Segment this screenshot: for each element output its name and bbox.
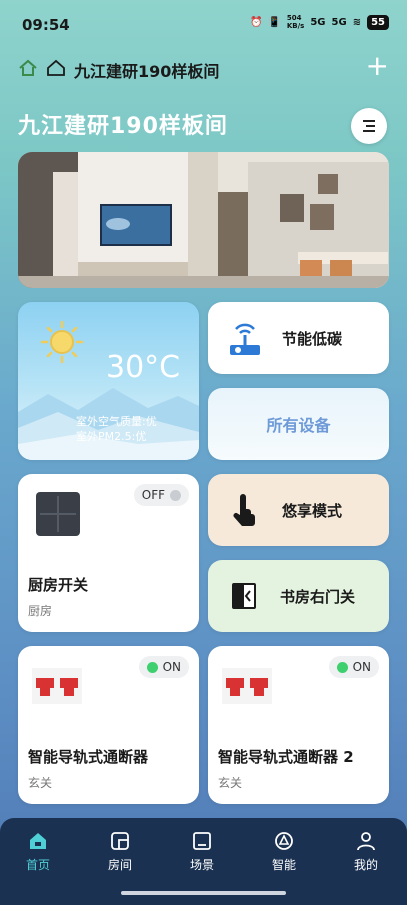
door-icon: [232, 583, 256, 609]
energy-saving-label: 节能低碳: [282, 329, 343, 348]
status-icons: ⏰ 📳 504 KB/s 5G 5G ≋ 55: [250, 14, 389, 30]
wifi-icon: ≋: [352, 16, 362, 28]
bottom-navigation: 首页 房间 场景 智能 我的: [0, 818, 407, 905]
power-toggle[interactable]: ON: [328, 656, 379, 678]
temperature: 30°C: [106, 350, 181, 385]
nav-home-label: 首页: [25, 858, 50, 872]
clock: 09:54: [22, 16, 70, 34]
all-devices-card[interactable]: 所有设备: [208, 388, 389, 460]
status-bar: 09:54 ⏰ 📳 504 KB/s 5G 5G ≋ 55: [0, 0, 407, 40]
device-room: 玄关: [218, 776, 243, 790]
nav-rooms-label: 房间: [107, 858, 132, 872]
page-title: 九江建研190样板间: [18, 114, 228, 139]
device-card-breaker-1[interactable]: ON 智能导轨式通断器 玄关: [18, 646, 199, 804]
room-icon: [111, 832, 129, 850]
air-quality: 室外空气质量:优: [76, 415, 157, 428]
on-dot: [336, 661, 348, 673]
toggle-state: ON: [162, 660, 181, 674]
switch-panel-icon: [36, 492, 80, 536]
menu-icon: [363, 120, 375, 132]
device-card-kitchen-switch[interactable]: OFF 厨房开关 厨房: [18, 474, 199, 632]
toggle-state: ON: [352, 660, 371, 674]
home-switcher-bar: 九江建研190样板间 +: [0, 50, 407, 86]
signal-2: 5G: [331, 16, 347, 28]
weather-card[interactable]: 30°C 室外空气质量:优 室外PM2.5:优: [18, 302, 199, 460]
nav-scenes[interactable]: 场景: [172, 830, 232, 873]
sun-icon: [40, 320, 84, 364]
profile-icon: [357, 832, 375, 851]
nav-profile-label: 我的: [353, 858, 378, 872]
gesture-bar[interactable]: [121, 891, 286, 895]
enjoy-mode-label: 悠享模式: [282, 501, 343, 520]
home-name[interactable]: 九江建研190样板间: [74, 58, 219, 82]
device-name: 智能导轨式通断器 2: [218, 748, 354, 766]
toggle-state: OFF: [141, 488, 165, 502]
breaker-icon: [32, 668, 82, 704]
study-door-card[interactable]: 书房右门关: [208, 560, 389, 632]
room-photo: [18, 152, 389, 288]
device-name: 厨房开关: [28, 576, 89, 594]
device-card-breaker-2[interactable]: ON 智能导轨式通断器 2 玄关: [208, 646, 389, 804]
nav-smart[interactable]: 智能: [254, 830, 314, 873]
all-devices-label: 所有设备: [266, 416, 331, 435]
enjoy-mode-card[interactable]: 悠享模式: [208, 474, 389, 546]
nav-home[interactable]: 首页: [8, 830, 68, 873]
nav-rooms[interactable]: 房间: [90, 830, 150, 873]
signal-1: 5G: [310, 16, 326, 28]
home-icon[interactable]: [46, 59, 66, 81]
air-quality-info: 室外空气质量:优 室外PM2.5:优: [76, 414, 157, 444]
pm25: 室外PM2.5:优: [76, 430, 147, 443]
power-toggle[interactable]: OFF: [133, 484, 189, 506]
add-icon[interactable]: +: [366, 52, 389, 80]
off-dot: [170, 489, 181, 501]
nav-profile[interactable]: 我的: [336, 830, 396, 873]
study-door-label: 书房右门关: [280, 587, 356, 606]
alarm-icon: ⏰: [249, 16, 263, 28]
scene-icon: [193, 832, 211, 850]
battery-indicator: 55: [367, 14, 389, 30]
on-dot: [146, 661, 158, 673]
mihome-logo-icon: [18, 59, 38, 81]
nav-smart-label: 智能: [271, 858, 296, 872]
vibrate-icon: 📳: [268, 16, 281, 28]
router-icon: [230, 323, 260, 355]
net-speed: 504 KB/s: [286, 14, 305, 30]
device-room: 厨房: [28, 604, 53, 618]
nav-scenes-label: 场景: [189, 858, 214, 872]
energy-saving-card[interactable]: 节能低碳: [208, 302, 389, 374]
device-name: 智能导轨式通断器: [28, 748, 149, 766]
tap-hand-icon: [233, 494, 255, 526]
menu-button[interactable]: [351, 108, 387, 144]
device-room: 玄关: [28, 776, 53, 790]
home-icon: [30, 833, 46, 849]
smart-icon: [275, 832, 293, 850]
breaker-icon: [222, 668, 272, 704]
power-toggle[interactable]: ON: [138, 656, 189, 678]
